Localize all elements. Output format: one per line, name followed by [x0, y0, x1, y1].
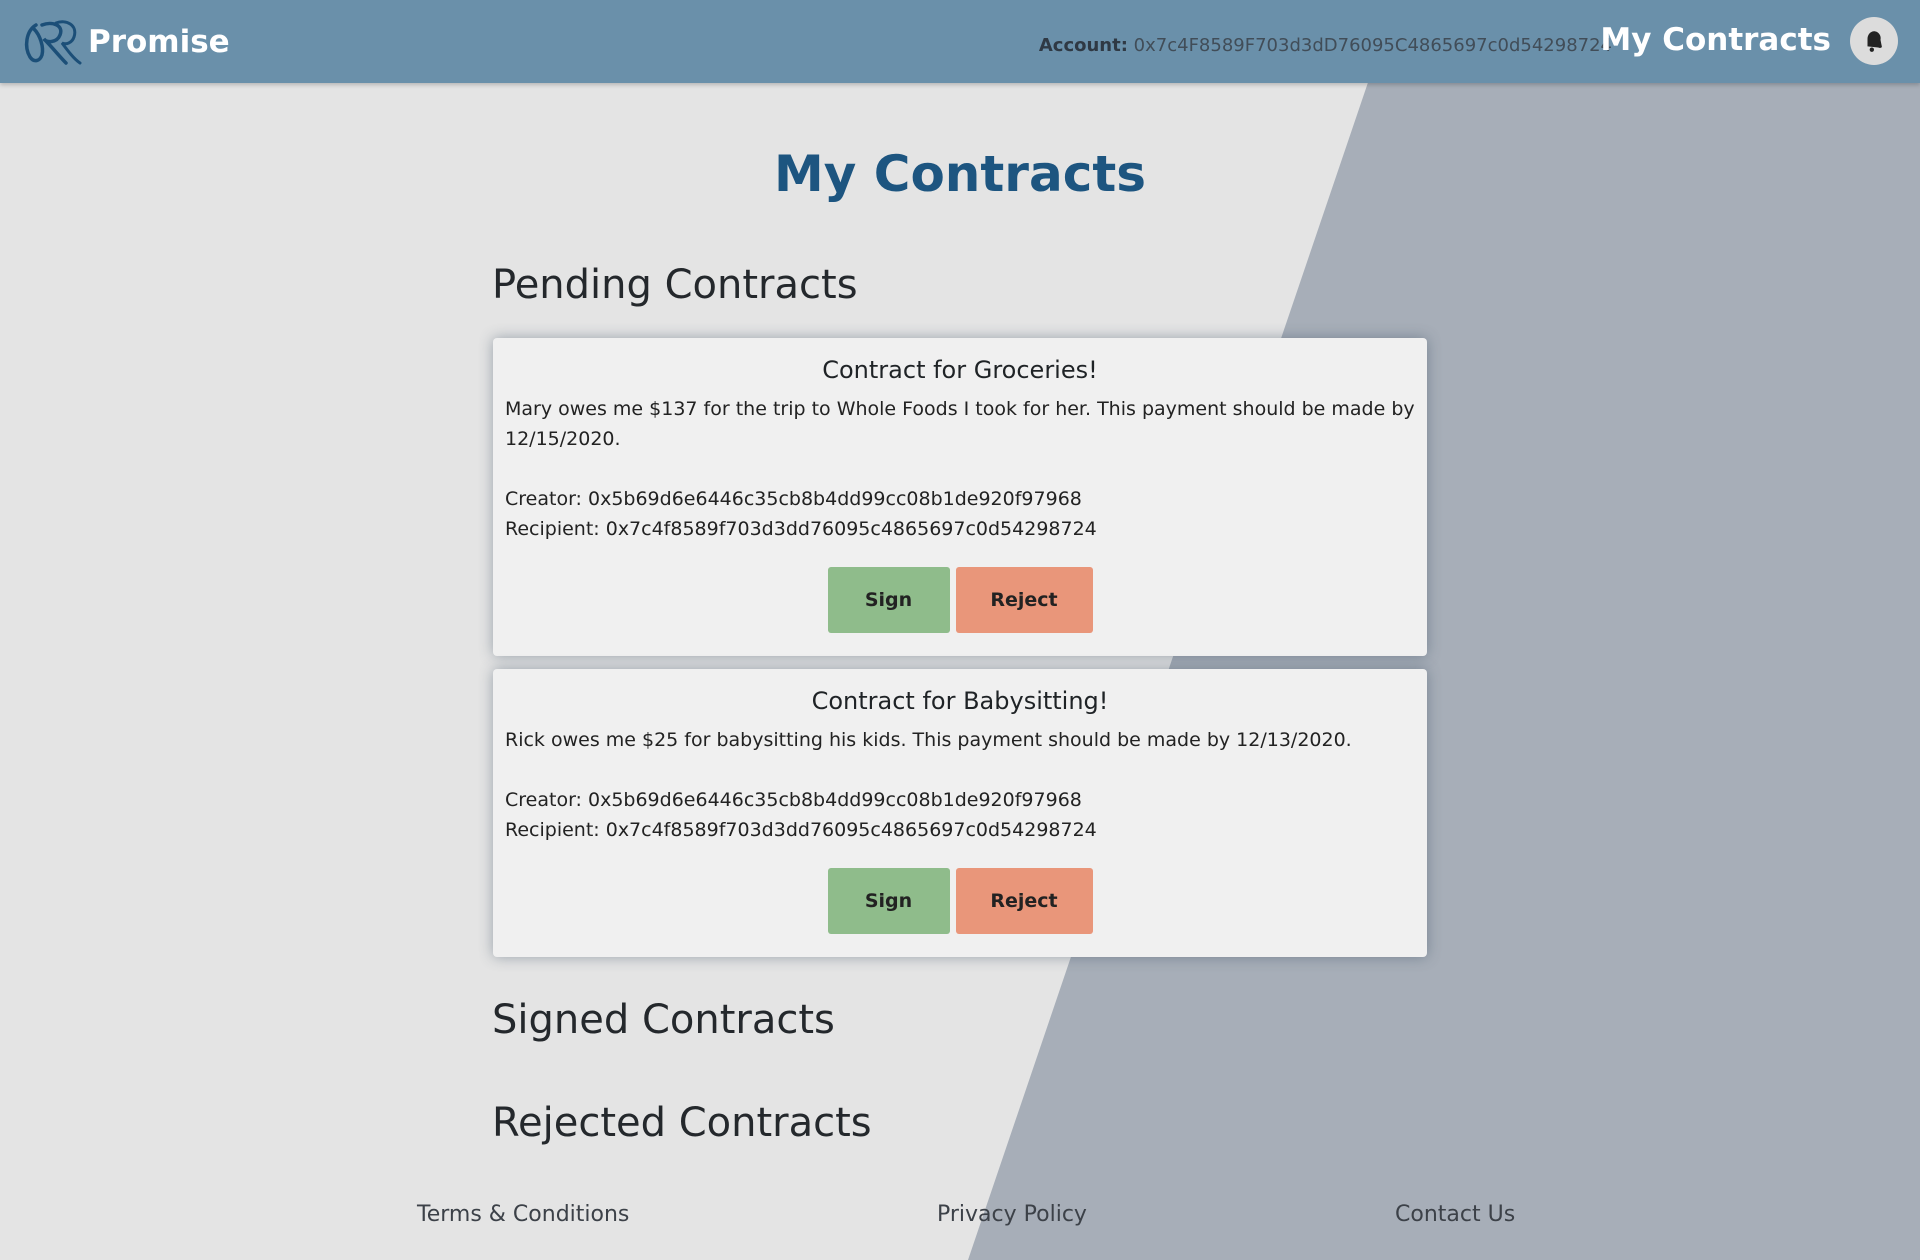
- terms-link[interactable]: Terms & Conditions: [417, 1202, 629, 1227]
- contact-us-link[interactable]: Contact Us: [1395, 1202, 1515, 1227]
- contract-creator: Creator: 0x5b69d6e6446c35cb8b4dd99cc08b1…: [505, 488, 1082, 510]
- nav-my-contracts-link[interactable]: My Contracts: [1600, 22, 1831, 58]
- top-navbar: Promise Account: 0x7c4F8589F703d3dD76095…: [0, 0, 1920, 83]
- contract-title: Contract for Babysitting!: [811, 687, 1109, 715]
- promise-logo-icon: [24, 20, 82, 65]
- reject-button[interactable]: Reject: [955, 567, 1093, 633]
- contract-actions: Sign Reject: [493, 567, 1427, 633]
- brand-name: Promise: [88, 24, 230, 60]
- contract-creator: Creator: 0x5b69d6e6446c35cb8b4dd99cc08b1…: [505, 789, 1082, 811]
- sign-button[interactable]: Sign: [827, 567, 950, 633]
- reject-button[interactable]: Reject: [955, 868, 1093, 934]
- pending-contracts-heading: Pending Contracts: [492, 262, 858, 308]
- brand[interactable]: Promise: [22, 14, 230, 70]
- contract-recipient: Recipient: 0x7c4f8589f703d3dd76095c48656…: [505, 518, 1097, 540]
- privacy-policy-link[interactable]: Privacy Policy: [937, 1202, 1087, 1227]
- contract-card: Contract for Babysitting! Rick owes me $…: [493, 669, 1427, 957]
- bell-icon: [1867, 31, 1882, 52]
- user-avatar[interactable]: [1850, 17, 1898, 65]
- account-address: 0x7c4F8589F703d3dD76095C4865697c0d542987…: [1133, 35, 1612, 56]
- contract-actions: Sign Reject: [493, 868, 1427, 934]
- contract-description: Rick owes me $25 for babysitting his kid…: [505, 729, 1352, 751]
- account-display: Account: 0x7c4F8589F703d3dD76095C4865697…: [1039, 35, 1612, 56]
- contract-card: Contract for Groceries! Mary owes me $13…: [493, 338, 1427, 656]
- contract-recipient: Recipient: 0x7c4f8589f703d3dd76095c48656…: [505, 819, 1097, 841]
- contract-description: Mary owes me $137 for the trip to Whole …: [505, 398, 1415, 450]
- page-title: My Contracts: [774, 145, 1146, 203]
- sign-button[interactable]: Sign: [827, 868, 950, 934]
- rejected-contracts-heading: Rejected Contracts: [492, 1100, 872, 1146]
- contract-title: Contract for Groceries!: [822, 356, 1098, 384]
- signed-contracts-heading: Signed Contracts: [492, 997, 835, 1043]
- account-label: Account:: [1038, 35, 1128, 56]
